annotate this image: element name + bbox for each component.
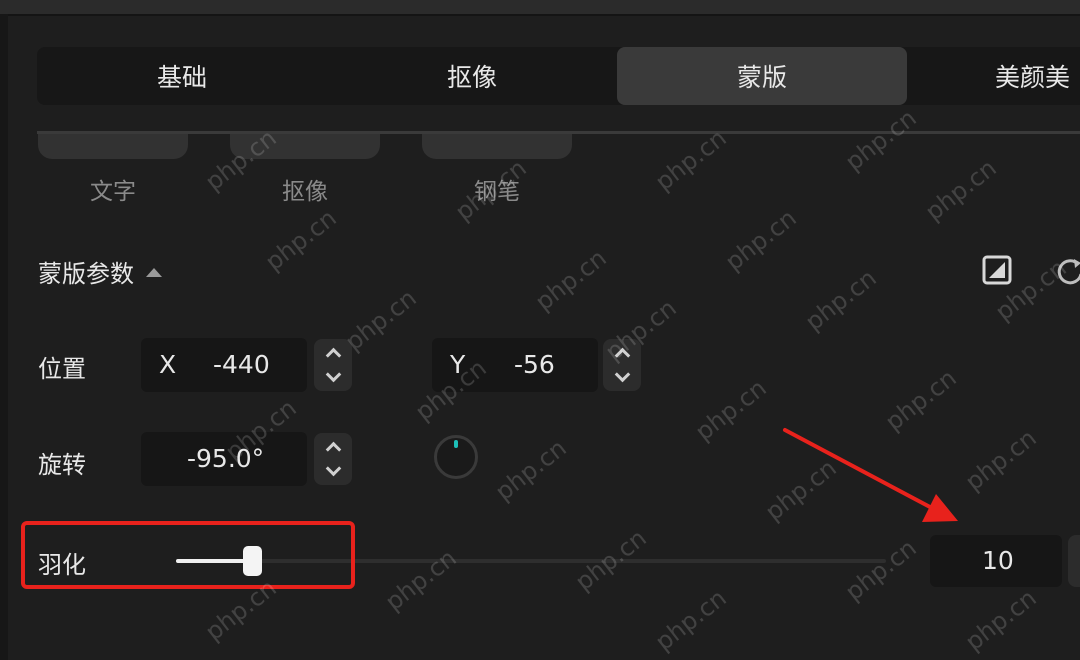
position-y-value: -56 [514,350,555,379]
chevron-up-icon[interactable] [325,441,341,458]
watermark-text: php.cn [960,423,1042,497]
position-x-stepper[interactable] [314,339,352,391]
watermark-text: php.cn [650,583,732,657]
top-strip [0,0,1080,16]
watermark-text: php.cn [840,533,922,607]
watermark-text: php.cn [800,263,882,337]
chevron-down-icon[interactable] [614,366,630,383]
watermark-text: php.cn [840,103,922,177]
watermark-text: php.cn [380,543,462,617]
highlight-box [21,521,355,589]
x-axis-label: X [159,350,177,379]
shape-text-tile[interactable] [38,134,188,159]
rotation-stepper[interactable] [314,433,352,485]
watermark-text: php.cn [650,123,732,197]
watermark-text: php.cn [760,453,842,527]
watermark-text: php.cn [530,243,612,317]
position-label: 位置 [38,355,86,383]
feather-value-field[interactable]: 10 [930,535,1062,587]
watermark-text: php.cn [720,203,802,277]
invert-mask-icon[interactable] [981,254,1013,286]
rotation-dial-indicator [454,440,458,448]
shape-pen-tile[interactable] [422,134,572,159]
position-x-value: -440 [213,350,270,379]
watermark-text: php.cn [340,283,422,357]
mask-params-title: 蒙版参数 [38,260,134,288]
tab-beauty[interactable]: 美颜美 [995,47,1080,105]
rotation-label: 旋转 [38,451,86,479]
left-edge [0,14,8,660]
watermark-text: php.cn [880,363,962,437]
mask-params-header[interactable]: 蒙版参数 [38,254,162,289]
chevron-up-icon[interactable] [325,347,341,364]
watermark-text: php.cn [690,373,772,447]
shape-cutout-label: 抠像 [282,179,328,205]
rotation-dial[interactable] [434,435,478,479]
feather-value: 10 [982,546,1014,575]
watermark-text: php.cn [260,203,342,277]
collapse-caret-icon [146,268,162,277]
watermark-text: php.cn [960,583,1042,657]
tab-bar: 基础 抠像 蒙版 美颜美 [37,47,1080,105]
chevron-down-icon[interactable] [325,460,341,477]
feather-stepper[interactable] [1068,535,1080,587]
tab-basic[interactable]: 基础 [37,47,327,105]
chevron-down-icon[interactable] [325,366,341,383]
watermark-text: php.cn [490,433,572,507]
tab-cutout[interactable]: 抠像 [327,47,617,105]
watermark-text: php.cn [920,153,1002,227]
position-x-field[interactable]: X -440 [141,338,307,392]
shape-text-label: 文字 [90,179,136,205]
tab-mask[interactable]: 蒙版 [617,47,907,105]
